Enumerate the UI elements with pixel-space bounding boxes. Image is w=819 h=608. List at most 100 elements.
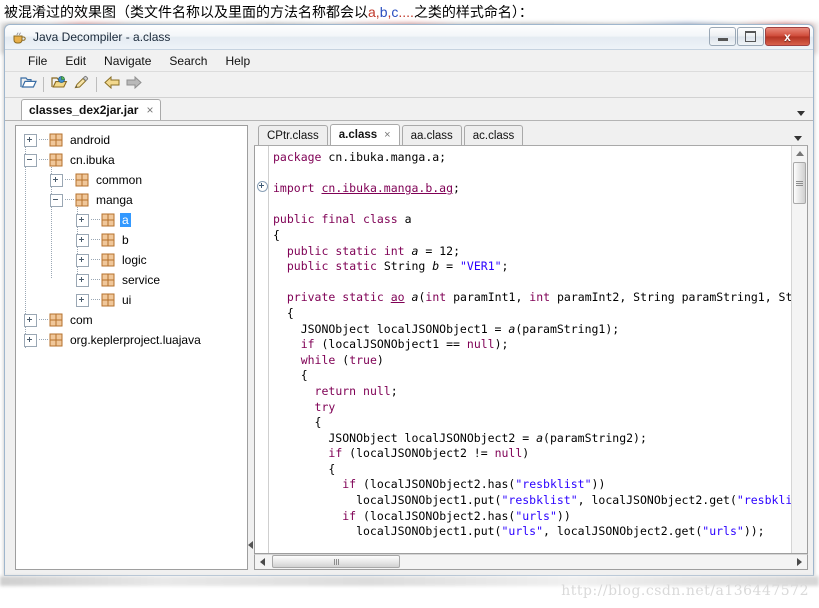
tree-node-label: logic bbox=[122, 253, 147, 267]
expand-icon[interactable] bbox=[50, 173, 63, 187]
package-icon bbox=[101, 213, 115, 227]
class-tab-label: CPtr.class bbox=[267, 129, 319, 142]
forward-arrow-icon bbox=[126, 75, 142, 94]
splitter-collapse-icon[interactable] bbox=[248, 541, 253, 549]
menu-item-help[interactable]: Help bbox=[216, 52, 259, 70]
tab-aa-class[interactable]: aa.class bbox=[401, 125, 462, 145]
collapse-icon[interactable] bbox=[50, 193, 63, 207]
close-icon[interactable]: × bbox=[384, 129, 390, 141]
chevron-down-icon[interactable] bbox=[794, 136, 802, 141]
code-line: JSONObject localJSONObject1 = a(paramStr… bbox=[273, 321, 620, 336]
tree-connector bbox=[91, 279, 100, 281]
tree-connector bbox=[91, 299, 100, 301]
package-icon bbox=[101, 273, 115, 287]
tree-node-manga[interactable]: manga bbox=[20, 190, 247, 210]
code-line: if (localJSONObject2.has("urls")) bbox=[342, 508, 571, 523]
code-line: { bbox=[273, 305, 294, 320]
tree-connector bbox=[65, 199, 74, 201]
code-line: { bbox=[273, 461, 336, 476]
tab-cptr-class[interactable]: CPtr.class bbox=[258, 125, 328, 145]
code-line: while (true) bbox=[300, 352, 384, 367]
editor-horizontal-scrollbar[interactable] bbox=[254, 554, 808, 570]
expand-icon[interactable] bbox=[76, 233, 89, 247]
navigate-back-button[interactable] bbox=[101, 75, 123, 95]
toolbar-separator-1 bbox=[43, 77, 44, 92]
maximize-button[interactable] bbox=[737, 27, 764, 46]
code-line: localJSONObject1.put("urls", localJSONOb… bbox=[273, 524, 765, 539]
main-toolbar bbox=[5, 72, 813, 98]
horizontal-scrollbar-track[interactable] bbox=[270, 555, 792, 569]
expand-icon[interactable] bbox=[76, 273, 89, 287]
fold-expand-icon[interactable] bbox=[257, 181, 268, 192]
expand-icon[interactable] bbox=[76, 213, 89, 227]
horizontal-scrollbar-thumb[interactable] bbox=[272, 555, 400, 568]
tree-connector bbox=[91, 259, 100, 261]
expand-icon[interactable] bbox=[24, 133, 37, 147]
vertical-scrollbar-thumb[interactable] bbox=[793, 162, 806, 204]
tree-node-android[interactable]: android bbox=[20, 130, 247, 150]
code-line: try bbox=[314, 399, 336, 414]
close-button[interactable]: x bbox=[765, 27, 810, 46]
code-line: { bbox=[273, 227, 280, 242]
tree-node-label: ui bbox=[122, 293, 132, 307]
grip-icon bbox=[796, 180, 803, 186]
window-title: Java Decompiler - a.class bbox=[33, 30, 171, 44]
open-file-button[interactable] bbox=[17, 75, 39, 95]
tree-node-ui[interactable]: ui bbox=[20, 290, 247, 310]
window-titlebar[interactable]: Java Decompiler - a.class x bbox=[5, 25, 813, 50]
minimize-icon bbox=[717, 38, 728, 41]
package-icon bbox=[49, 313, 63, 327]
package-icon bbox=[101, 253, 115, 267]
code-line: JSONObject localJSONObject2 = a(paramStr… bbox=[273, 430, 647, 445]
expand-icon[interactable] bbox=[24, 313, 37, 327]
tree-node-common[interactable]: common bbox=[20, 170, 247, 190]
tree-node-logic[interactable]: logic bbox=[20, 250, 247, 270]
tree-node-cn-ibuka[interactable]: cn.ibuka bbox=[20, 150, 247, 170]
code-viewer[interactable]: package cn.ibuka.manga.a; import cn.ibuk… bbox=[254, 146, 808, 554]
menu-item-search[interactable]: Search bbox=[160, 52, 216, 70]
code-line: if (localJSONObject2 != null) bbox=[328, 446, 530, 461]
tab-a-class[interactable]: a.class × bbox=[329, 124, 400, 145]
tree-node-label: service bbox=[122, 273, 161, 287]
tree-node-a[interactable]: a bbox=[20, 210, 247, 230]
code-line: localJSONObject1.put("resbklist", localJ… bbox=[273, 493, 791, 508]
menu-item-navigate[interactable]: Navigate bbox=[95, 52, 160, 70]
code-fold-gutter[interactable] bbox=[255, 146, 269, 553]
editor-vertical-scrollbar[interactable] bbox=[791, 146, 807, 553]
scroll-up-button[interactable] bbox=[792, 146, 807, 161]
tree-connector bbox=[39, 339, 48, 341]
collapse-icon[interactable] bbox=[24, 153, 37, 167]
class-tab-bar: CPtr.class a.class × aa.class ac.class bbox=[254, 124, 808, 146]
scroll-left-button[interactable] bbox=[255, 555, 270, 569]
open-type-button[interactable] bbox=[48, 75, 70, 95]
tree-node-com[interactable]: com bbox=[20, 310, 247, 330]
code-line: if (localJSONObject2.has("resbklist")) bbox=[342, 477, 606, 492]
tab-ac-class[interactable]: ac.class bbox=[463, 125, 524, 145]
edit-button[interactable] bbox=[70, 75, 92, 95]
package-icon bbox=[101, 293, 115, 307]
code-line: public final class a bbox=[273, 212, 412, 227]
expand-icon[interactable] bbox=[24, 333, 37, 347]
tree-connector bbox=[91, 239, 100, 241]
menu-item-edit[interactable]: Edit bbox=[56, 52, 95, 70]
scroll-right-button[interactable] bbox=[792, 555, 807, 569]
jar-tab-classes-dex2jar[interactable]: classes_dex2jar.jar × bbox=[21, 99, 162, 120]
tree-node-org-keplerproject-luajava[interactable]: org.keplerproject.luajava bbox=[20, 330, 247, 350]
minimize-button[interactable] bbox=[709, 27, 736, 46]
chevron-down-icon[interactable] bbox=[797, 111, 805, 116]
menu-bar: File Edit Navigate Search Help bbox=[5, 50, 813, 72]
expand-icon[interactable] bbox=[76, 253, 89, 267]
package-tree: android cn.ibuka common manga a b logic … bbox=[16, 126, 247, 569]
navigate-forward-button[interactable] bbox=[123, 75, 145, 95]
expand-icon[interactable] bbox=[76, 293, 89, 307]
tree-node-label: common bbox=[96, 173, 143, 187]
java-coffee-cup-icon bbox=[11, 29, 27, 45]
open-folder-icon bbox=[19, 75, 37, 95]
close-icon[interactable]: × bbox=[146, 103, 153, 117]
tree-node-service[interactable]: service bbox=[20, 270, 247, 290]
tree-node-b[interactable]: b bbox=[20, 230, 247, 250]
grip-icon bbox=[333, 558, 339, 565]
caption-post: 之类的样式命名）： bbox=[413, 4, 533, 20]
menu-item-file[interactable]: File bbox=[19, 52, 56, 70]
package-tree-panel[interactable]: android cn.ibuka common manga a b logic … bbox=[15, 125, 248, 570]
